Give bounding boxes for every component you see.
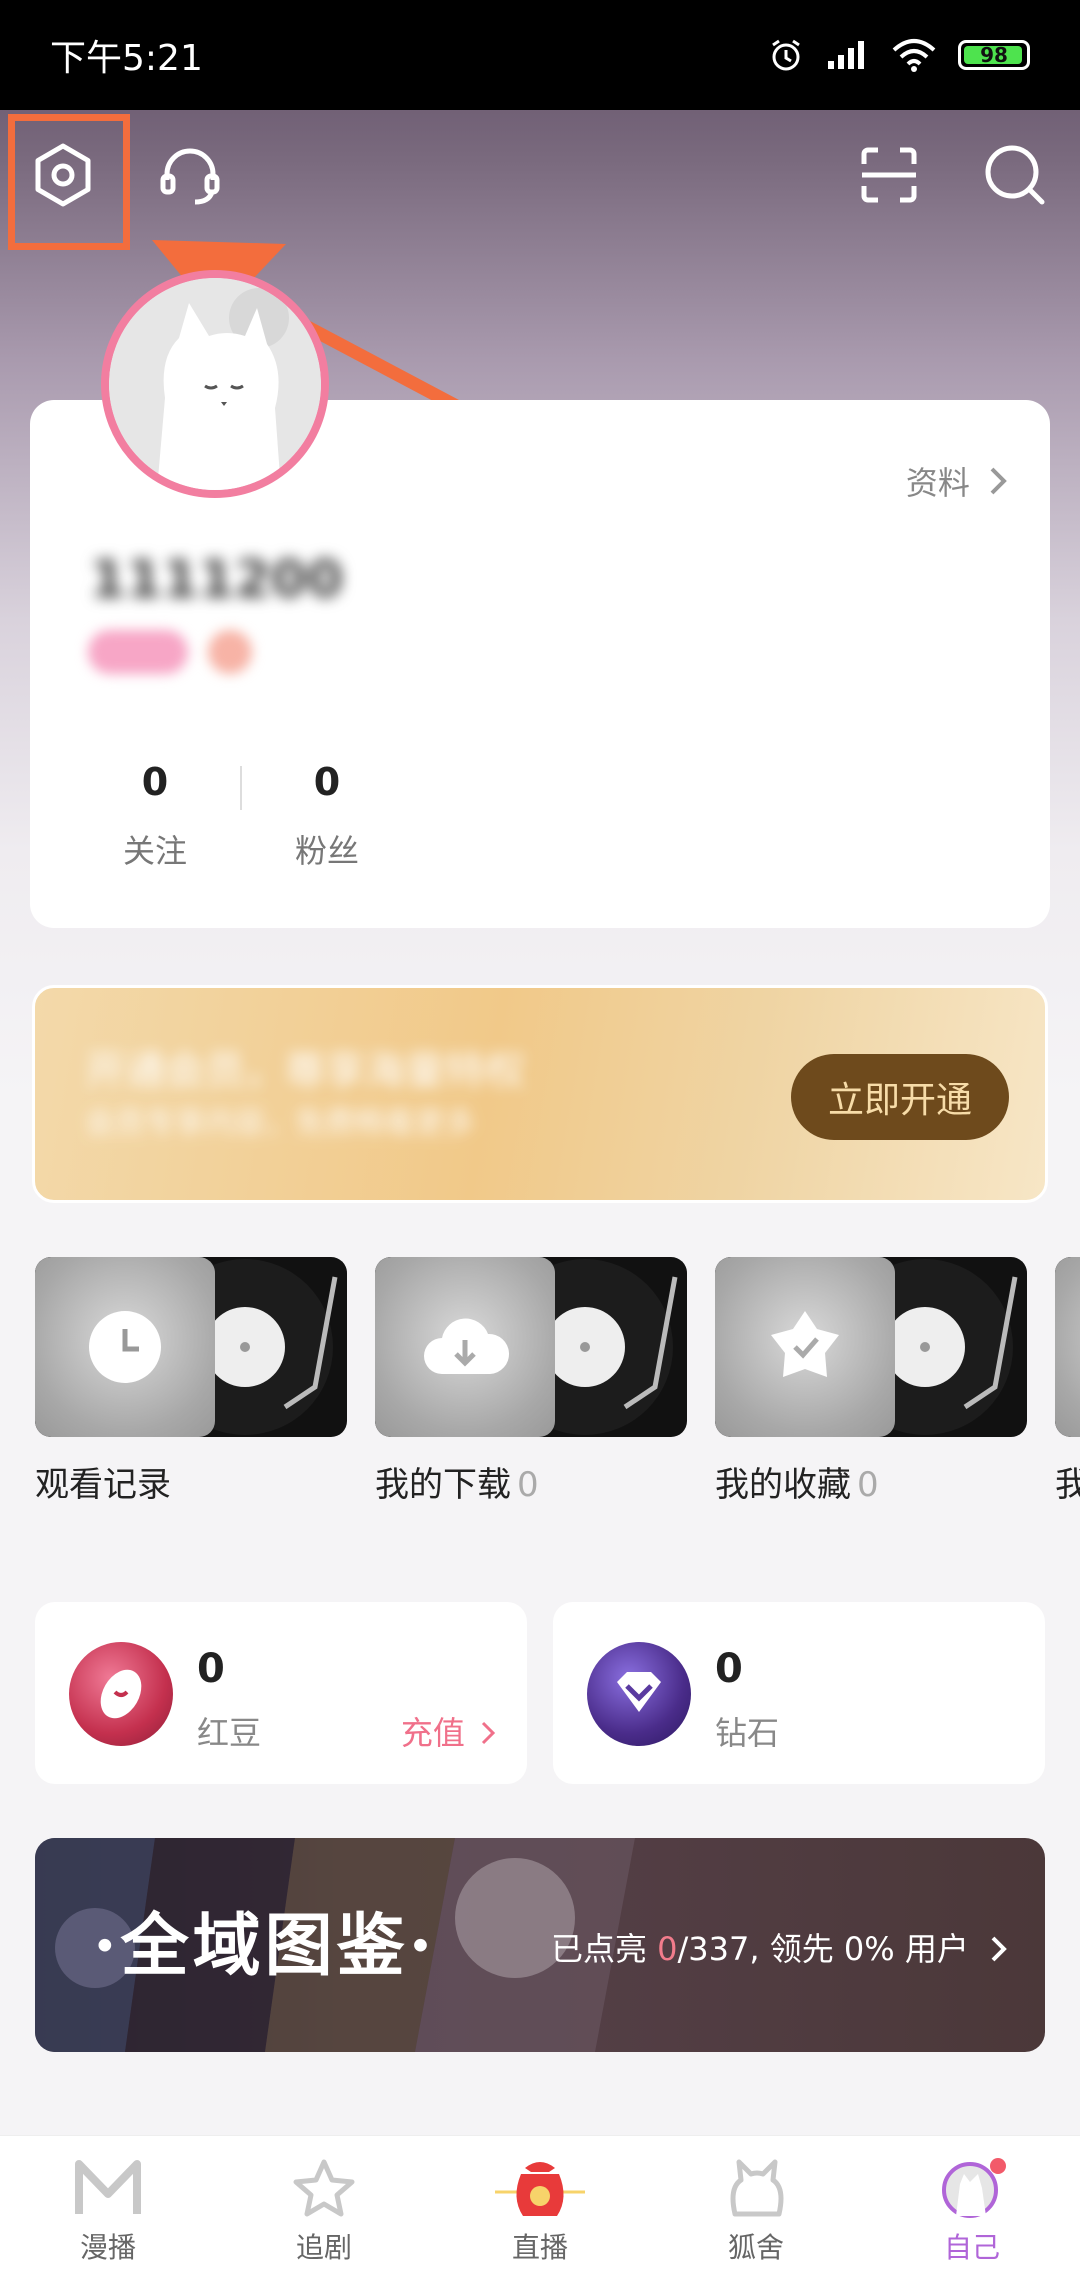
tab-label: 狐舍 [727,2231,784,2264]
shortcut-history[interactable]: 观看记录 [35,1257,347,1506]
bottom-nav: 漫播 追剧 直播 狐舍 自己 [0,2135,1080,2280]
shortcut-count: 0 [517,1465,539,1505]
medal-badge [208,630,252,674]
diamond-value: 0 [715,1646,743,1692]
profile-avatar-icon [942,2158,1006,2218]
codex-title: ·全域图鉴· [93,1906,437,1986]
shortcut-favorites[interactable]: 我的收藏 0 [715,1257,1027,1506]
status-time: 下午5:21 [50,38,203,79]
cat-avatar-icon [109,278,321,490]
clock-icon [89,1311,161,1383]
battery-indicator: 98 [958,40,1030,70]
red-bean-card[interactable]: 0 红豆 充值 [35,1602,527,1784]
tab-label: 漫播 [79,2231,136,2264]
shortcut-label: 我的下载 [375,1465,511,1505]
tab-label: 直播 [511,2231,568,2264]
tab-label: 自己 [943,2231,1000,2264]
alarm-icon [772,39,800,71]
codex-prefix: 已点亮 [550,1930,658,1968]
red-bean-value: 0 [197,1646,225,1692]
favorites-thumb [715,1257,1027,1437]
user-badges [88,630,252,674]
shortcut-row: 观看记录 我的下载 0 我的收藏 0 我 [35,1257,1080,1507]
customer-service-icon[interactable] [155,140,225,210]
vip-banner[interactable]: 开通会员，尊享海量特权 会员专享内容，免费畅看更多 立即开通 [32,985,1048,1203]
profile-detail-link[interactable]: 资料 [906,458,1010,504]
scan-icon[interactable] [854,140,924,210]
codex-lit-count: 0 [657,1930,678,1968]
level-badge [88,630,188,674]
vip-headline: 开通会员，尊享海量特权 [85,1048,525,1094]
fox-icon [730,2159,784,2217]
followers-stat[interactable]: 0 粉丝 [242,760,412,872]
open-vip-button[interactable]: 立即开通 [791,1054,1009,1140]
settings-highlight-box [8,114,130,250]
star-icon [293,2159,355,2217]
cloud-download-icon [424,1318,510,1374]
chevron-right-icon [991,1936,1007,1962]
vip-subline: 会员专享内容，免费畅看更多 [85,1106,475,1141]
tab-fox-house[interactable]: 狐舍 [648,2136,864,2280]
red-bean-label: 红豆 [197,1714,262,1752]
following-count: 0 [141,760,169,804]
wifi-icon [892,39,936,72]
chevron-right-icon [990,467,1007,495]
lucky-bag-icon [495,2162,585,2216]
shortcut-label: 我的收藏 [715,1465,851,1505]
star-badge-icon [771,1311,839,1377]
profile-stats: 0 关注 0 粉丝 [70,760,412,872]
diamond-label: 钻石 [715,1714,780,1752]
signal-icon [828,41,864,69]
following-label: 关注 [122,832,187,870]
shortcut-label: 观看记录 [35,1465,171,1505]
recharge-label: 充值 [400,1714,465,1752]
recharge-button[interactable]: 充值 [401,1708,497,1754]
tab-live[interactable]: 直播 [432,2136,648,2280]
tab-manbo[interactable]: 漫播 [0,2136,216,2280]
codex-banner[interactable]: ·全域图鉴· 已点亮 0/337, 领先 0% 用户 [35,1838,1045,2052]
chevron-right-icon [481,1721,496,1745]
tab-label: 追剧 [295,2231,352,2264]
search-icon[interactable] [980,140,1050,210]
battery-level: 98 [980,43,1008,67]
more-thumb [1055,1257,1080,1437]
downloads-thumb [375,1257,687,1437]
shortcut-more[interactable]: 我 [1055,1257,1080,1506]
history-thumb [35,1257,347,1437]
followers-count: 0 [313,760,341,804]
codex-progress: 已点亮 0/337, 领先 0% 用户 [551,1924,1009,1970]
profile-detail-label: 资料 [905,464,970,502]
status-bar: 下午5:21 98 [0,0,1080,110]
codex-suffix: /337, 领先 0% 用户 [677,1930,969,1968]
username: 1111200 [90,550,344,610]
m-logo-icon [75,2160,141,2214]
followers-label: 粉丝 [294,832,359,870]
tab-drama[interactable]: 追剧 [216,2136,432,2280]
shortcut-downloads[interactable]: 我的下载 0 [375,1257,687,1506]
following-stat[interactable]: 0 关注 [70,760,240,872]
diamond-card[interactable]: 0 钻石 [553,1602,1045,1784]
red-bean-icon [69,1642,173,1746]
shortcut-label: 我 [1055,1465,1080,1505]
tab-me[interactable]: 自己 [864,2136,1080,2280]
avatar[interactable] [101,270,329,498]
shortcut-count: 0 [857,1465,879,1505]
diamond-icon [587,1642,691,1746]
top-toolbar [0,120,1080,230]
